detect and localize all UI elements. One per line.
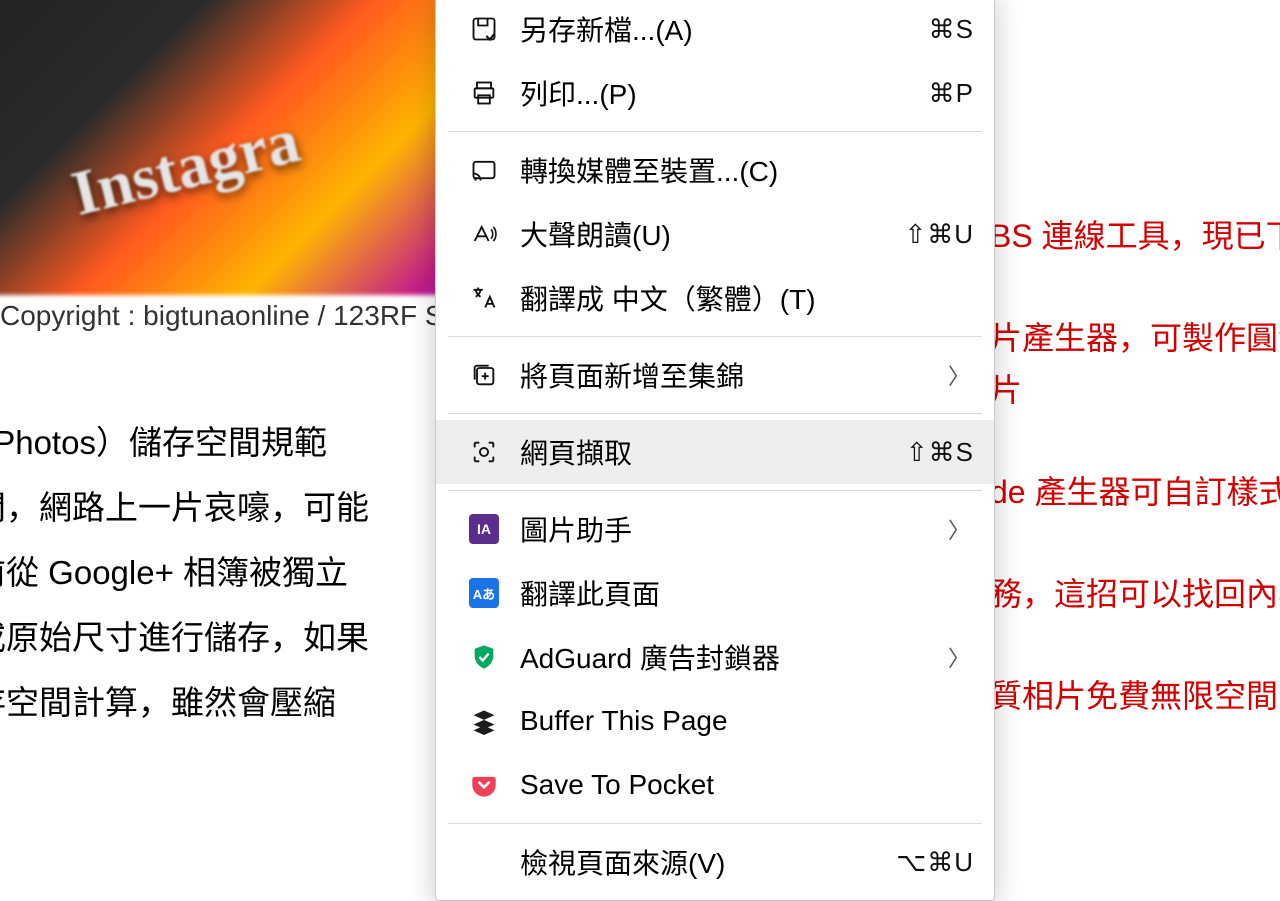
menu-item-read-aloud[interactable]: 大聲朗讀(U) ⇧⌘U: [436, 202, 994, 266]
menu-separator: [448, 131, 982, 132]
chevron-right-icon: 〉: [948, 359, 974, 391]
read-aloud-icon: [464, 220, 504, 248]
sidebar-link[interactable]: 片產生器，可製作圓色圖片: [990, 312, 1280, 416]
menu-item-translate-page[interactable]: Aあ 翻譯此頁面: [436, 561, 994, 625]
web-capture-icon: [464, 438, 504, 466]
menu-item-label: 大聲朗讀(U): [504, 214, 904, 254]
print-icon: [464, 79, 504, 107]
collections-icon: [464, 361, 504, 389]
menu-item-shortcut: ⌘S: [929, 14, 974, 45]
translate-page-icon: Aあ: [464, 578, 504, 608]
buffer-icon: [464, 707, 504, 735]
menu-item-label: 檢視頁面來源(V): [504, 842, 896, 882]
menu-item-label: Save To Pocket: [504, 769, 974, 801]
image-assistant-icon: IA: [464, 514, 504, 544]
menu-item-web-capture[interactable]: 網頁擷取 ⇧⌘S: [436, 420, 994, 484]
translate-icon: [464, 284, 504, 312]
menu-item-image-assistant[interactable]: IA 圖片助手 〉: [436, 497, 994, 561]
menu-item-label: Buffer This Page: [504, 705, 974, 737]
adguard-icon: [464, 643, 504, 671]
menu-separator: [448, 823, 982, 824]
menu-item-view-source[interactable]: 檢視頁面來源(V) ⌥⌘U: [436, 830, 994, 894]
cast-icon: [464, 156, 504, 184]
menu-separator: [448, 413, 982, 414]
sidebar-link[interactable]: 務，這招可以找回內容: [990, 568, 1280, 620]
pocket-icon: [464, 771, 504, 799]
menu-separator: [448, 490, 982, 491]
menu-item-label: 轉換媒體至裝置...(C): [504, 150, 974, 190]
chevron-right-icon: 〉: [948, 641, 974, 673]
menu-item-label: 另存新檔...(A): [504, 9, 929, 49]
sidebar-link[interactable]: 質相片免費無限空間，: [990, 670, 1280, 722]
menu-separator: [448, 336, 982, 337]
sidebar-link[interactable]: de 產生器可自訂樣式: [990, 466, 1280, 518]
menu-item-shortcut: ⌥⌘U: [896, 847, 974, 878]
menu-item-adguard[interactable]: AdGuard 廣告封鎖器 〉: [436, 625, 994, 689]
save-as-icon: [464, 15, 504, 43]
menu-item-cast[interactable]: 轉換媒體至裝置...(C): [436, 138, 994, 202]
sidebar-links: BS 連線工具，現已下載 片產生器，可製作圓色圖片 de 產生器可自訂樣式 務，…: [990, 210, 1280, 772]
context-menu: 另存新檔...(A) ⌘S 列印...(P) ⌘P 轉換媒體至裝置...(C) …: [435, 0, 995, 901]
menu-item-print[interactable]: 列印...(P) ⌘P: [436, 61, 994, 125]
menu-item-shortcut: ⇧⌘S: [906, 437, 974, 468]
menu-item-shortcut: ⌘P: [929, 78, 974, 109]
menu-item-buffer[interactable]: Buffer This Page: [436, 689, 994, 753]
menu-item-translate[interactable]: 翻譯成 中文（繁體）(T): [436, 266, 994, 330]
menu-item-label: 將頁面新增至集錦: [504, 355, 948, 395]
sidebar-link[interactable]: BS 連線工具，現已下載: [990, 210, 1280, 262]
menu-item-save-as[interactable]: 另存新檔...(A) ⌘S: [436, 0, 994, 61]
menu-item-label: AdGuard 廣告封鎖器: [504, 637, 948, 677]
menu-item-add-collection[interactable]: 將頁面新增至集錦 〉: [436, 343, 994, 407]
menu-item-label: 列印...(P): [504, 73, 929, 113]
menu-item-label: 圖片助手: [504, 509, 948, 549]
menu-item-label: 翻譯成 中文（繁體）(T): [504, 278, 974, 318]
menu-item-shortcut: ⇧⌘U: [904, 219, 974, 250]
menu-item-label: 網頁擷取: [504, 432, 906, 472]
menu-item-label: 翻譯此頁面: [504, 573, 974, 613]
chevron-right-icon: 〉: [948, 513, 974, 545]
menu-item-pocket[interactable]: Save To Pocket: [436, 753, 994, 817]
